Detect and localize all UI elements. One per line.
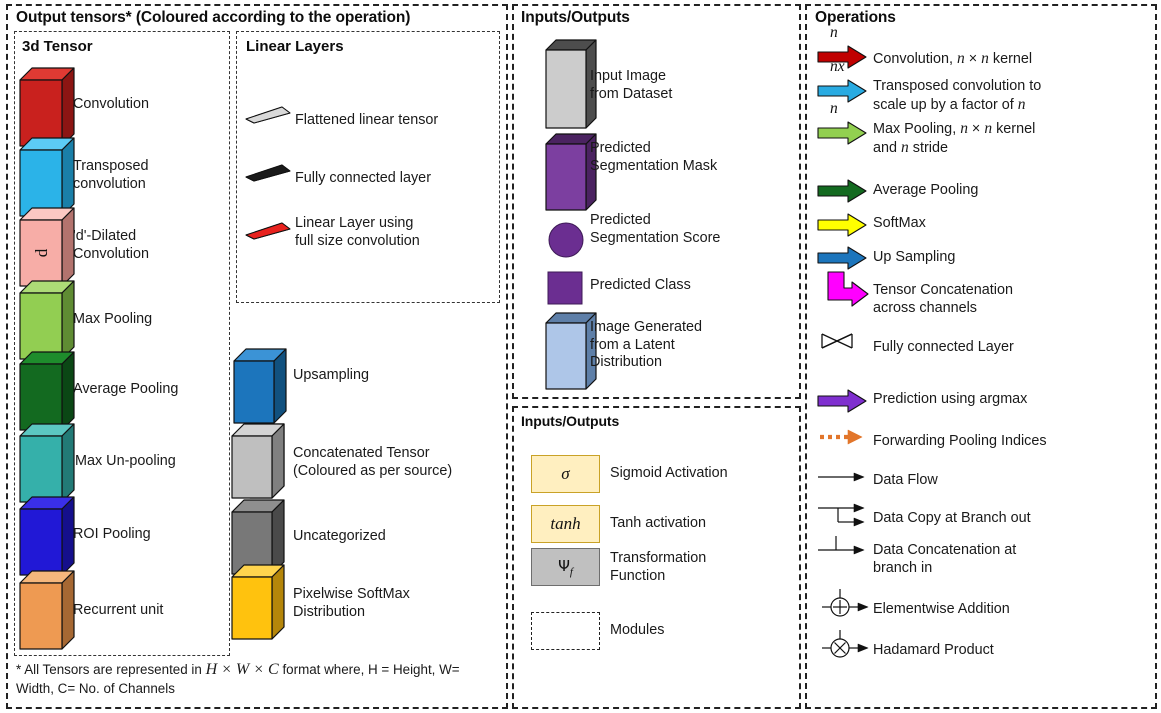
operation-icon-block-arrow-4 — [817, 213, 867, 237]
arrow-superscript-0: n — [830, 24, 838, 41]
legend-label: Predicted Segmentation Mask — [590, 140, 718, 174]
subpanel-linear-layers-title: Linear Layers — [246, 38, 344, 55]
io-square-3 — [547, 271, 583, 305]
arrow-superscript-1: nx — [830, 58, 845, 75]
legend-label: ROI Pooling — [73, 526, 151, 542]
legend-label: Concatenated Tensor (Coloured as per sou… — [293, 445, 453, 479]
legend-label: Convolution — [73, 96, 150, 112]
legend-label: Flattened linear tensor — [295, 112, 439, 128]
operation-icon-block-arrow-5 — [817, 246, 867, 270]
legend-label: Uncategorized — [293, 528, 386, 544]
legend-label: Transposed convolution — [73, 158, 149, 192]
dilated-d-glyph: d — [32, 248, 51, 257]
operation-label-13: Elementwise Addition — [873, 601, 1010, 617]
linear-slab-2 — [245, 222, 291, 240]
operation-icon-branch-in-12 — [818, 536, 865, 555]
operation-icon-bowtie-7 — [821, 333, 853, 349]
legend-label: Pixelwise SoftMax Distribution — [293, 586, 410, 620]
misc-tensor-box-3 — [231, 564, 285, 640]
operation-label-2: Max Pooling, n × n kernel and n stride — [873, 120, 1036, 156]
legend-label: Max Un-pooling — [75, 453, 176, 469]
legend-label: Fully connected layer — [295, 170, 431, 186]
operation-label-14: Hadamard Product — [873, 642, 994, 658]
arrow-superscript-2: n — [830, 100, 838, 117]
operation-icon-branch-out-11 — [818, 503, 865, 527]
linear-slab-0 — [245, 106, 291, 124]
legend-label: Predicted Class — [590, 277, 691, 293]
operation-icon-block-arrow-8 — [817, 389, 867, 413]
activation-box-1[interactable]: tanh — [531, 505, 600, 543]
operation-label-5: Up Sampling — [873, 249, 956, 265]
legend-label: Predicted Segmentation Score — [590, 212, 721, 246]
legend-label: Average Pooling — [73, 381, 179, 397]
legend-label: Transformation Function — [610, 550, 707, 584]
legend-label: Tanh activation — [610, 515, 706, 531]
panel-operations-title: Operations — [815, 9, 896, 26]
operation-label-4: SoftMax — [873, 215, 926, 231]
tensor-box-3 — [19, 280, 75, 360]
activation-box-2[interactable]: Ψf — [531, 548, 600, 586]
legend-label: Sigmoid Activation — [610, 465, 728, 481]
operation-label-0: Convolution, n × n kernel — [873, 50, 1033, 67]
operation-icon-block-arrow-3 — [817, 179, 867, 203]
footnote-part1: * All Tensors are represented in — [16, 662, 206, 677]
io-circle-2 — [548, 222, 584, 258]
operation-icon-block-arrow-2 — [817, 121, 867, 145]
legend-label: 'd'-Dilated Convolution — [73, 228, 150, 262]
operation-label-12: Data Concatenation at branch in — [873, 542, 1017, 576]
legend-label: Image Generated from a Latent Distributi… — [590, 319, 702, 370]
legend-label: Modules — [610, 622, 665, 638]
operation-icon-block-arrow-0 — [817, 45, 867, 69]
misc-tensor-box-0 — [233, 348, 287, 424]
tensor-box-6 — [19, 496, 75, 576]
operation-label-6: Tensor Concatenation across channels — [873, 282, 1013, 316]
legend-label: Max Pooling — [73, 311, 153, 327]
operation-icon-circle-times-14 — [822, 630, 869, 658]
operation-label-10: Data Flow — [873, 472, 938, 488]
operation-label-8: Prediction using argmax — [873, 391, 1028, 407]
activation-box-0[interactable]: σ — [531, 455, 600, 493]
tensor-box-7 — [19, 570, 75, 650]
panel-output-tensors-title: Output tensors* (Coloured according to t… — [16, 9, 411, 26]
operation-label-7: Fully connected Layer — [873, 339, 1014, 355]
linear-slab-1 — [245, 164, 291, 182]
footnote-math: H × W × C — [205, 661, 279, 678]
subpanel-3d-tensor-title: 3d Tensor — [22, 38, 93, 55]
footnote-tensor-format: * All Tensors are represented in H × W ×… — [16, 660, 498, 698]
operation-icon-dotted-arrow-9 — [820, 429, 863, 445]
legend-label: Linear Layer using full size convolution — [295, 215, 420, 249]
tensor-box-5 — [19, 423, 75, 503]
misc-tensor-box-1 — [231, 423, 285, 499]
panel-inputs-outputs-top-title: Inputs/Outputs — [521, 9, 630, 26]
legend-label: Upsampling — [293, 367, 369, 383]
operation-icon-elbow-arrow-6 — [827, 271, 869, 307]
operation-label-11: Data Copy at Branch out — [873, 510, 1031, 526]
operation-label-1: Transposed convolution to scale up by a f… — [873, 78, 1042, 113]
tensor-box-2: d — [19, 207, 75, 287]
legend-label: Input Image from Dataset — [590, 68, 673, 102]
tensor-box-4 — [19, 351, 75, 431]
operation-label-9: Forwarding Pooling Indices — [873, 433, 1047, 449]
legend-label: Recurrent unit — [73, 602, 164, 618]
operation-icon-circle-plus-13 — [822, 589, 869, 617]
operation-icon-block-arrow-1 — [817, 79, 867, 103]
activation-box-3[interactable] — [531, 612, 600, 650]
psi-f-symbol: Ψf — [558, 556, 573, 578]
operation-icon-line-arrow-10 — [818, 472, 865, 482]
panel-inputs-outputs-bottom-title: Inputs/Outputs — [521, 413, 620, 429]
operation-label-3: Average Pooling — [873, 182, 979, 198]
